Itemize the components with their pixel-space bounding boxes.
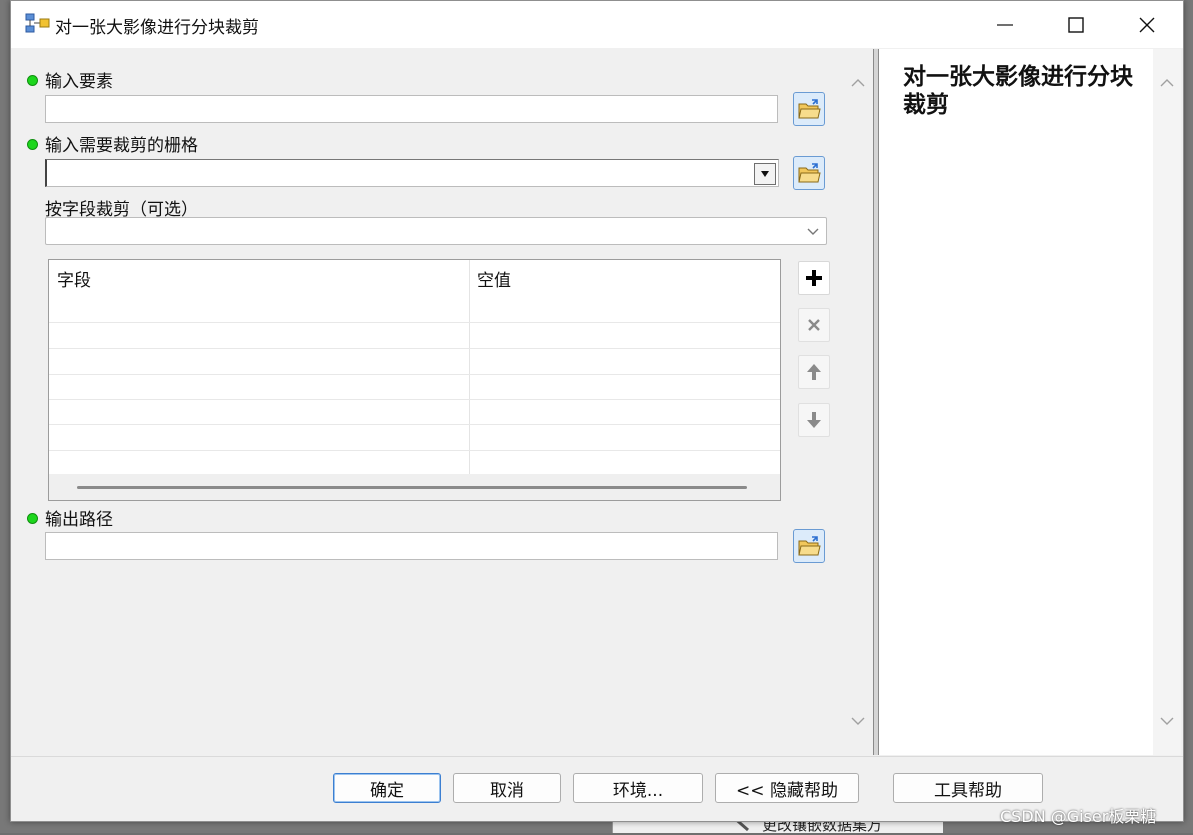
field-table[interactable]: 字段 空值 [48,259,781,501]
watermark: CSDN @Giser板栗糖 [1000,807,1157,826]
table-header: 字段 空值 [49,260,780,299]
clip-by-field-dropdown[interactable] [45,217,827,245]
table-row-line [49,399,780,400]
column-separator [469,260,470,474]
model-tool-icon [25,13,50,33]
x-icon [808,319,820,331]
maximize-button[interactable] [1044,1,1108,48]
window-title: 对一张大影像进行分块裁剪 [55,18,259,38]
dropdown-button[interactable] [754,163,776,185]
scrollbar-thumb[interactable] [77,486,747,489]
chevron-down-icon[interactable] [850,713,866,729]
parameters-scrollbar[interactable] [845,49,871,755]
move-up-button[interactable] [798,355,830,389]
output-path-field[interactable] [45,532,778,560]
chevron-down-icon[interactable] [1159,713,1175,729]
cancel-button[interactable]: 取消 [453,773,561,803]
hide-help-button[interactable]: << 隐藏帮助 [715,773,859,803]
required-indicator [27,513,38,524]
open-folder-icon [798,163,821,183]
input-raster-label: 输入需要裁剪的栅格 [45,136,198,156]
chevron-up-icon[interactable] [850,75,866,91]
input-raster-dropdown[interactable] [45,159,779,187]
add-row-button[interactable] [798,261,830,295]
table-row-line [49,348,780,349]
table-row-line [49,450,780,451]
open-folder-icon [798,536,821,556]
plus-icon [806,270,822,286]
input-features-browse-button[interactable] [793,92,825,126]
required-indicator [27,139,38,150]
chevron-up-icon[interactable] [1159,75,1175,91]
environments-button[interactable]: 环境... [573,773,703,803]
chevron-down-icon [807,228,819,235]
tool-dialog: 对一张大影像进行分块裁剪 输入要素 输入需要裁剪的栅格 按字段裁剪（可选） 字段… [10,0,1184,822]
close-button[interactable] [1115,1,1179,48]
open-folder-icon [798,99,821,119]
output-path-label: 输出路径 [45,510,113,530]
input-raster-browse-button[interactable] [793,156,825,190]
delete-row-button[interactable] [798,308,830,342]
output-path-browse-button[interactable] [793,529,825,563]
arrow-down-icon [807,412,821,428]
arrow-up-icon [807,364,821,380]
maximize-icon [1068,16,1084,33]
table-row-line [49,424,780,425]
parameters-pane: 输入要素 输入需要裁剪的栅格 按字段裁剪（可选） 字段 空值 输出路径 [15,49,845,755]
horizontal-scrollbar[interactable] [49,474,780,500]
help-pane: 对一张大影像进行分块裁剪 [879,49,1153,755]
help-title: 对一张大影像进行分块裁剪 [903,64,1133,118]
required-indicator [27,75,38,86]
close-icon [1139,17,1155,32]
move-down-button[interactable] [798,403,830,437]
table-row-line [49,374,780,375]
ok-button[interactable]: 确定 [333,773,441,803]
help-scrollbar[interactable] [1153,49,1181,755]
input-features-label: 输入要素 [45,72,113,92]
title-bar: 对一张大影像进行分块裁剪 [11,1,1183,48]
column-header-null-value[interactable]: 空值 [477,266,511,291]
table-row-line [49,322,780,323]
tool-help-button[interactable]: 工具帮助 [893,773,1043,803]
minimize-icon [997,23,1013,26]
input-features-field[interactable] [45,95,778,123]
column-header-field[interactable]: 字段 [57,266,91,291]
chevron-down-icon [761,171,769,177]
minimize-button[interactable] [973,1,1037,48]
